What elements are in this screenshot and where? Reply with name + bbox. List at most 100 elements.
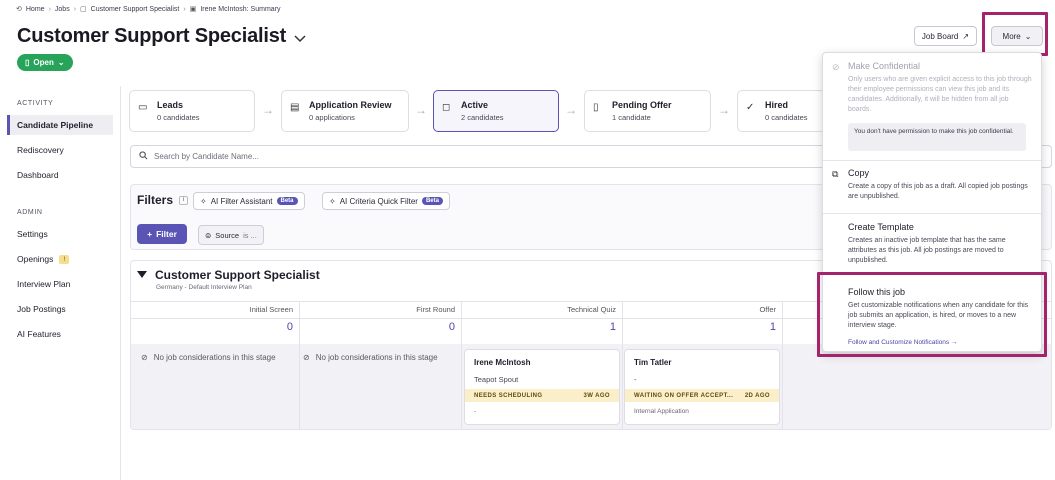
chevron-down-icon: ⌄ [57,58,65,67]
column-divider [622,301,623,429]
search-icon [139,151,148,162]
empty-stage-text: No job considerations in this stage [315,353,438,362]
job-board-button[interactable]: Job Board ↗ [914,26,977,46]
breadcrumb-home[interactable]: Home [26,6,45,13]
candidate-card[interactable]: Tim Tatler - WAITING ON OFFER ACCEPT... … [624,349,780,425]
ai-criteria-quick-filter-button[interactable]: ✧ AI Criteria Quick Filter Beta [322,192,450,210]
menu-divider [823,213,1041,214]
copy-icon: ⧉ [832,169,839,179]
user-card-icon: ▣ [189,6,197,13]
menu-divider [823,160,1041,161]
candidate-source: - [474,408,477,415]
source-chip-label: Source [215,230,240,240]
column-divider [461,301,462,429]
breadcrumb-separator: › [183,5,186,13]
permission-note: You don't have permission to make this j… [848,123,1026,151]
menu-item-copy[interactable]: Copy [848,168,869,178]
column-count: 1 [769,321,776,333]
sidebar-item-interview-plan[interactable]: Interview Plan [7,274,113,294]
stage-card-leads[interactable]: ▭ Leads 0 candidates [129,90,255,132]
filters-label: Filters [137,193,174,207]
empty-stage-note: ⊘ No job considerations in this stage [141,352,291,363]
breadcrumb-separator: › [48,5,51,13]
job-status-dropdown[interactable]: ▯ Open ⌄ [17,54,73,71]
page-title: Customer Support Specialist [17,25,287,47]
chat-icon: ◻ [442,102,451,113]
candidate-age: 2D AGO [744,392,770,399]
candidate-source: Internal Application [634,408,689,415]
search-input[interactable] [154,152,554,161]
candidate-status: NEEDS SCHEDULING [474,392,543,399]
follow-highlight-box [817,272,1047,357]
stage-card-pending-offer[interactable]: ▯ Pending Offer 1 candidate [584,90,711,132]
eye-off-icon: ⊘ [832,62,840,72]
stage-card-active[interactable]: ◻ Active 2 candidates [433,90,559,132]
sparkle-icon: ✧ [329,196,336,206]
stage-count: 0 candidates [765,113,808,122]
door-icon: ▯ [25,58,30,67]
stage-card-application-review[interactable]: ▤ Application Review 0 applications [281,90,409,132]
plan-title-row[interactable]: Customer Support Specialist [137,268,320,282]
menu-item-description: Create a copy of this job as a draft. Al… [848,183,1028,200]
stage-count: 0 candidates [157,113,200,122]
caret-down-icon[interactable] [137,268,147,282]
stage-count: 2 candidates [461,113,504,122]
column-header-first-round: First Round [416,305,455,314]
column-header-initial-screen: Initial Screen [249,305,293,314]
candidate-age: 3W AGO [583,392,610,399]
arrow-right-icon: → [565,103,577,117]
briefcase-icon: ▢ [80,6,87,13]
sidebar-heading-admin: ADMIN [17,209,43,216]
chevron-down-icon[interactable] [294,32,306,46]
stage-title: Application Review [309,100,392,110]
source-icon: ⊜ [205,230,212,240]
column-count: 0 [286,321,293,333]
candidate-status: WAITING ON OFFER ACCEPT... [634,392,734,399]
candidate-card[interactable]: Irene McIntosh Teapot Spout NEEDS SCHEDU… [464,349,620,425]
column-divider [299,301,300,429]
candidate-status-bar: NEEDS SCHEDULING 3W AGO [465,389,619,402]
menu-item-create-template[interactable]: Create Template [848,222,914,232]
breadcrumb-jobs[interactable]: Jobs [55,6,70,13]
job-status-label: Open [33,58,54,67]
sidebar-item-rediscovery[interactable]: Rediscovery [7,140,113,160]
breadcrumb-job[interactable]: Customer Support Specialist [91,6,180,13]
column-count: 0 [448,321,455,333]
inbox-icon: ▭ [138,102,148,113]
sidebar-item-job-postings[interactable]: Job Postings [7,299,113,319]
menu-item-description: Creates an inactive job template that ha… [848,237,1006,264]
job-board-label: Job Board [921,31,959,41]
document-icon: ▯ [593,102,599,113]
plus-icon: + [147,229,153,239]
column-count: 1 [609,321,616,333]
job-title-row[interactable]: Customer Support Specialist [17,25,306,48]
menu-item-make-confidential[interactable]: Make Confidential [848,61,920,71]
empty-stage-note: ⊘ No job considerations in this stage [303,352,453,363]
info-icon[interactable]: i [179,195,189,205]
column-header-technical-quiz: Technical Quiz [567,305,616,314]
sidebar-item-dashboard[interactable]: Dashboard [7,165,113,185]
filter-label: Filter [156,229,177,239]
sidebar-item-openings[interactable]: Openings ! [7,249,113,269]
plan-title: Customer Support Specialist [155,268,320,282]
no-entry-icon: ⊘ [141,353,148,362]
warning-badge: ! [59,254,70,264]
ai-filter-label: AI Filter Assistant [210,196,273,206]
empty-stage-text: No job considerations in this stage [153,353,276,362]
more-highlight-box [982,12,1048,56]
column-divider [782,301,783,429]
source-filter-chip[interactable]: ⊜ Source is ... [198,225,264,245]
review-icon: ▤ [290,102,300,113]
sidebar-item-settings[interactable]: Settings [7,224,113,244]
sidebar-item-candidate-pipeline[interactable]: Candidate Pipeline [7,115,113,135]
sidebar-item-ai-features[interactable]: AI Features [7,324,113,344]
ai-filter-assistant-button[interactable]: ✧ AI Filter Assistant Beta [193,192,305,210]
beta-badge: Beta [421,197,443,205]
breadcrumb-current: Irene McIntosh: Summary [200,5,281,13]
sparkle-icon: ✧ [200,196,207,206]
candidate-status-bar: WAITING ON OFFER ACCEPT... 2D AGO [625,389,779,402]
menu-item-description: Only users who are given explicit access… [848,76,1032,113]
stage-title: Leads [157,100,184,110]
breadcrumb-separator: › [73,5,77,13]
add-filter-button[interactable]: + Filter [137,224,187,244]
